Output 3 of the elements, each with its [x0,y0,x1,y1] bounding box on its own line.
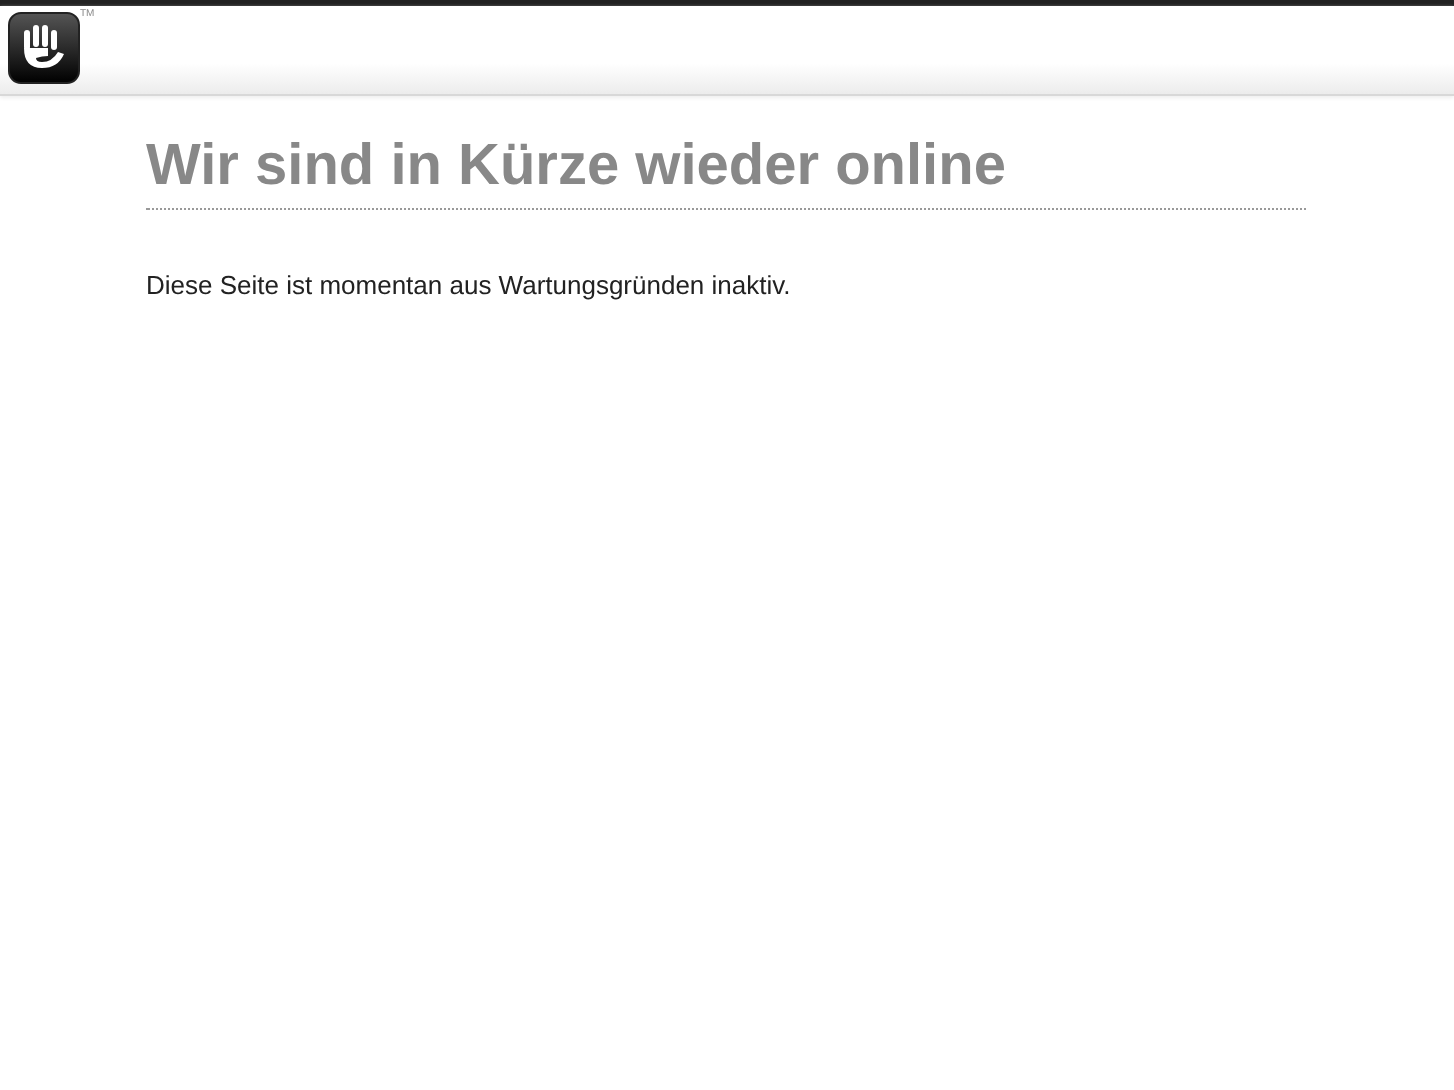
maintenance-message: Diese Seite ist momentan aus Wartungsgründen inaktiv. [146,270,793,300]
hand-logo-icon[interactable] [8,12,80,84]
page-heading: Wir sind in Kürze wieder online [146,132,1306,210]
